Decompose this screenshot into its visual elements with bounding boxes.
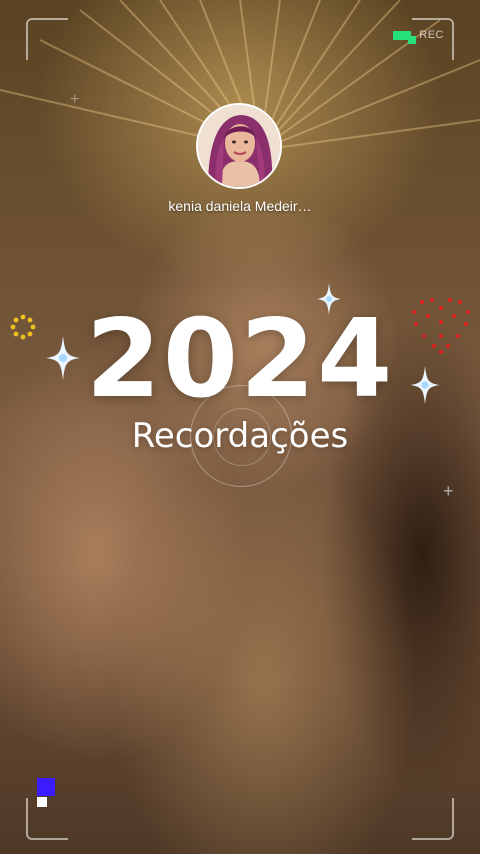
frame-corner-top-left [26, 18, 68, 60]
plus-icon: + [443, 481, 454, 501]
story-screen[interactable]: REC kenia daniela Medeir… 2024 Recordaçõ… [0, 0, 480, 854]
sparkle-icon [410, 366, 440, 404]
avatar-portrait [198, 105, 280, 187]
color-chip-blue [37, 778, 55, 796]
color-chip-white [37, 797, 47, 807]
avatar[interactable] [196, 103, 282, 189]
frame-corner-bottom-left [26, 798, 68, 840]
rec-label: REC [419, 29, 444, 41]
rec-indicator: REC [393, 26, 444, 44]
plus-icon: + [70, 91, 80, 108]
username-label[interactable]: kenia daniela Medeir… [0, 198, 480, 214]
frame-corner-bottom-right [412, 798, 454, 840]
rec-block-small-icon [408, 36, 417, 44]
sparkle-icon [46, 336, 80, 380]
sparkle-icon [316, 283, 342, 315]
subtitle: Recordações [131, 416, 349, 456]
